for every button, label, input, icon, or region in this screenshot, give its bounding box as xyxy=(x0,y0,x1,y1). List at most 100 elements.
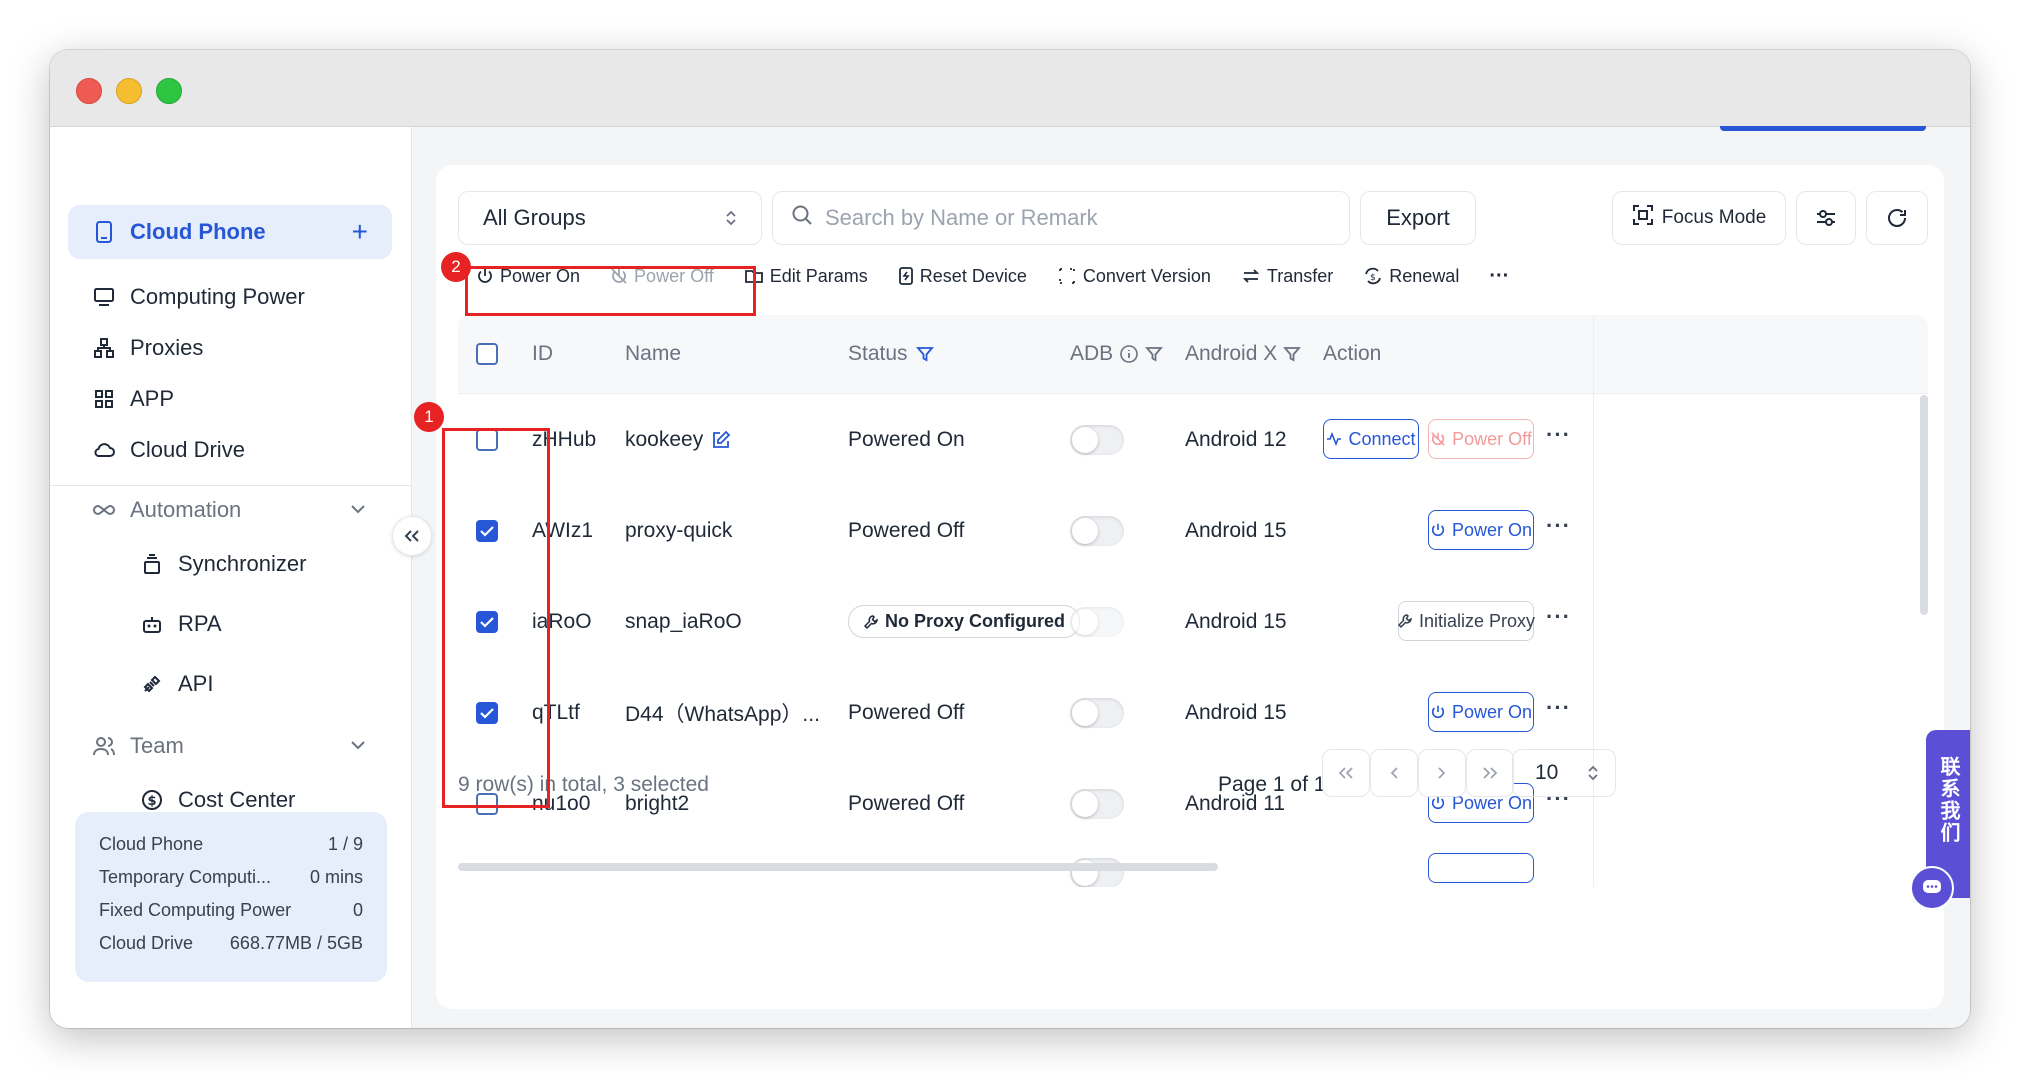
column-label: Name xyxy=(625,342,682,365)
next-page-button[interactable] xyxy=(1418,749,1466,797)
first-page-button[interactable] xyxy=(1322,749,1370,797)
chat-button[interactable] xyxy=(1910,866,1954,910)
search-input[interactable]: Search by Name or Remark xyxy=(772,191,1350,245)
row-more-button[interactable]: ··· xyxy=(1546,695,1571,721)
row-more-button[interactable]: ··· xyxy=(1546,513,1571,539)
sidebar-item-label: API xyxy=(178,671,214,696)
sidebar-item-cloud-phone[interactable]: Cloud Phone + xyxy=(68,205,392,259)
convert-version-button[interactable]: Convert Version xyxy=(1057,266,1211,287)
usage-label: Cloud Phone xyxy=(99,834,204,854)
group-select-value: All Groups xyxy=(483,205,586,230)
annotation-badge-2: 2 xyxy=(441,252,471,282)
power-icon xyxy=(1430,704,1446,720)
sidebar-item-synchronizer[interactable]: Synchronizer xyxy=(68,537,392,591)
sidebar-item-api[interactable]: API xyxy=(68,657,392,711)
maximize-window-button[interactable] xyxy=(156,78,182,104)
device-name: snap_iaRoO xyxy=(625,609,742,633)
add-cloud-phone-icon[interactable]: + xyxy=(352,216,368,248)
adb-cell xyxy=(1070,576,1124,667)
usage-label: Cloud Drive xyxy=(99,933,194,953)
usage-label: Fixed Computing Power xyxy=(99,900,292,920)
minimize-window-button[interactable] xyxy=(116,78,142,104)
row-more-button[interactable]: ··· xyxy=(1546,604,1571,630)
last-page-button[interactable] xyxy=(1466,749,1514,797)
filter-icon[interactable] xyxy=(1145,345,1164,363)
focus-mode-button[interactable]: Focus Mode xyxy=(1612,191,1786,245)
sidebar-item-computing-power[interactable]: Computing Power xyxy=(68,270,392,324)
column-label: Action xyxy=(1323,342,1382,365)
adb-cell xyxy=(1070,667,1124,758)
grid-icon xyxy=(92,387,116,411)
renewal-button[interactable]: $ Renewal xyxy=(1363,266,1459,287)
annotation-badge-1: 1 xyxy=(414,402,444,432)
page-size-select[interactable]: 10 xyxy=(1512,749,1616,797)
power-icon xyxy=(1430,522,1446,538)
vertical-scrollbar[interactable] xyxy=(1920,395,1928,615)
sidebar: Cloud Phone + Computing Power Proxies AP… xyxy=(50,127,412,1028)
adb-toggle[interactable] xyxy=(1070,606,1124,637)
transfer-button[interactable]: Transfer xyxy=(1241,266,1333,287)
group-select[interactable]: All Groups xyxy=(458,191,762,245)
active-tab-indicator xyxy=(1720,126,1926,131)
sidebar-item-rpa[interactable]: RPA xyxy=(68,597,392,651)
adb-toggle[interactable] xyxy=(1070,515,1124,546)
power-on-button[interactable]: Power On xyxy=(1428,692,1534,732)
column-id: ID xyxy=(532,315,553,393)
focus-mode-label: Focus Mode xyxy=(1661,207,1767,228)
sidebar-item-app[interactable]: APP xyxy=(68,372,392,426)
horizontal-scrollbar[interactable] xyxy=(458,863,1218,871)
device-name: bright2 xyxy=(625,791,690,815)
row-more-button[interactable]: ··· xyxy=(1546,422,1571,448)
power-on-button[interactable]: Power On xyxy=(1428,510,1534,550)
annotation-box-2 xyxy=(465,266,756,316)
more-actions-button[interactable]: ··· xyxy=(1489,265,1509,288)
sidebar-group-label: Automation xyxy=(130,497,242,522)
renewal-icon: $ xyxy=(1363,266,1383,286)
filter-icon[interactable] xyxy=(915,345,934,363)
network-icon xyxy=(92,336,116,360)
close-window-button[interactable] xyxy=(76,78,102,104)
device-name-cell: kookeey xyxy=(625,394,731,485)
prev-page-button[interactable] xyxy=(1370,749,1418,797)
sidebar-item-label: RPA xyxy=(178,611,222,636)
annotation-box-1 xyxy=(442,428,550,808)
table-row: AWIz1 proxy-quick Powered Off Android 15… xyxy=(458,485,1928,577)
collapse-sidebar-button[interactable] xyxy=(392,516,432,556)
connect-button[interactable]: Connect xyxy=(1323,419,1419,459)
reset-device-button[interactable]: Reset Device xyxy=(898,266,1027,287)
adb-toggle[interactable] xyxy=(1070,788,1124,819)
power-icon xyxy=(1430,795,1446,811)
column-label: ID xyxy=(532,342,553,365)
adb-cell xyxy=(1070,827,1124,887)
export-label: Export xyxy=(1386,205,1450,230)
initialize-proxy-button[interactable]: Initialize Proxy xyxy=(1397,601,1535,641)
adb-cell xyxy=(1070,394,1124,485)
filter-icon[interactable] xyxy=(1283,345,1302,363)
column-settings-button[interactable] xyxy=(1796,191,1856,245)
pulse-icon xyxy=(1326,431,1342,447)
info-icon[interactable] xyxy=(1119,344,1139,364)
sidebar-item-cloud-drive[interactable]: Cloud Drive xyxy=(68,423,392,477)
sidebar-item-proxies[interactable]: Proxies xyxy=(68,321,392,375)
device-status: Powered Off xyxy=(848,518,965,542)
edit-params-button[interactable]: Edit Params xyxy=(744,266,868,287)
edit-icon[interactable] xyxy=(711,430,731,450)
robot-icon xyxy=(140,612,164,636)
adb-toggle[interactable] xyxy=(1070,857,1124,887)
connect-label: Connect xyxy=(1348,428,1416,449)
android-version: Android 11 xyxy=(1185,791,1286,815)
power-on-button-partial[interactable] xyxy=(1428,853,1534,883)
power-off-button[interactable]: Power Off xyxy=(1428,419,1534,459)
sidebar-item-label: Cost Center xyxy=(178,787,296,812)
devices-table: ID Name Status ADB Android X Action zHHu… xyxy=(458,315,1928,887)
export-button[interactable]: Export xyxy=(1360,191,1476,245)
column-name: Name xyxy=(625,315,681,393)
reset-device-label: Reset Device xyxy=(919,265,1027,286)
refresh-button[interactable] xyxy=(1866,191,1928,245)
adb-toggle[interactable] xyxy=(1070,697,1124,728)
sidebar-group-team[interactable]: Team xyxy=(68,719,392,773)
sidebar-group-automation[interactable]: Automation xyxy=(68,483,392,537)
select-all-checkbox[interactable] xyxy=(476,343,498,365)
usage-value: 0 xyxy=(352,900,363,920)
adb-toggle[interactable] xyxy=(1070,424,1124,455)
